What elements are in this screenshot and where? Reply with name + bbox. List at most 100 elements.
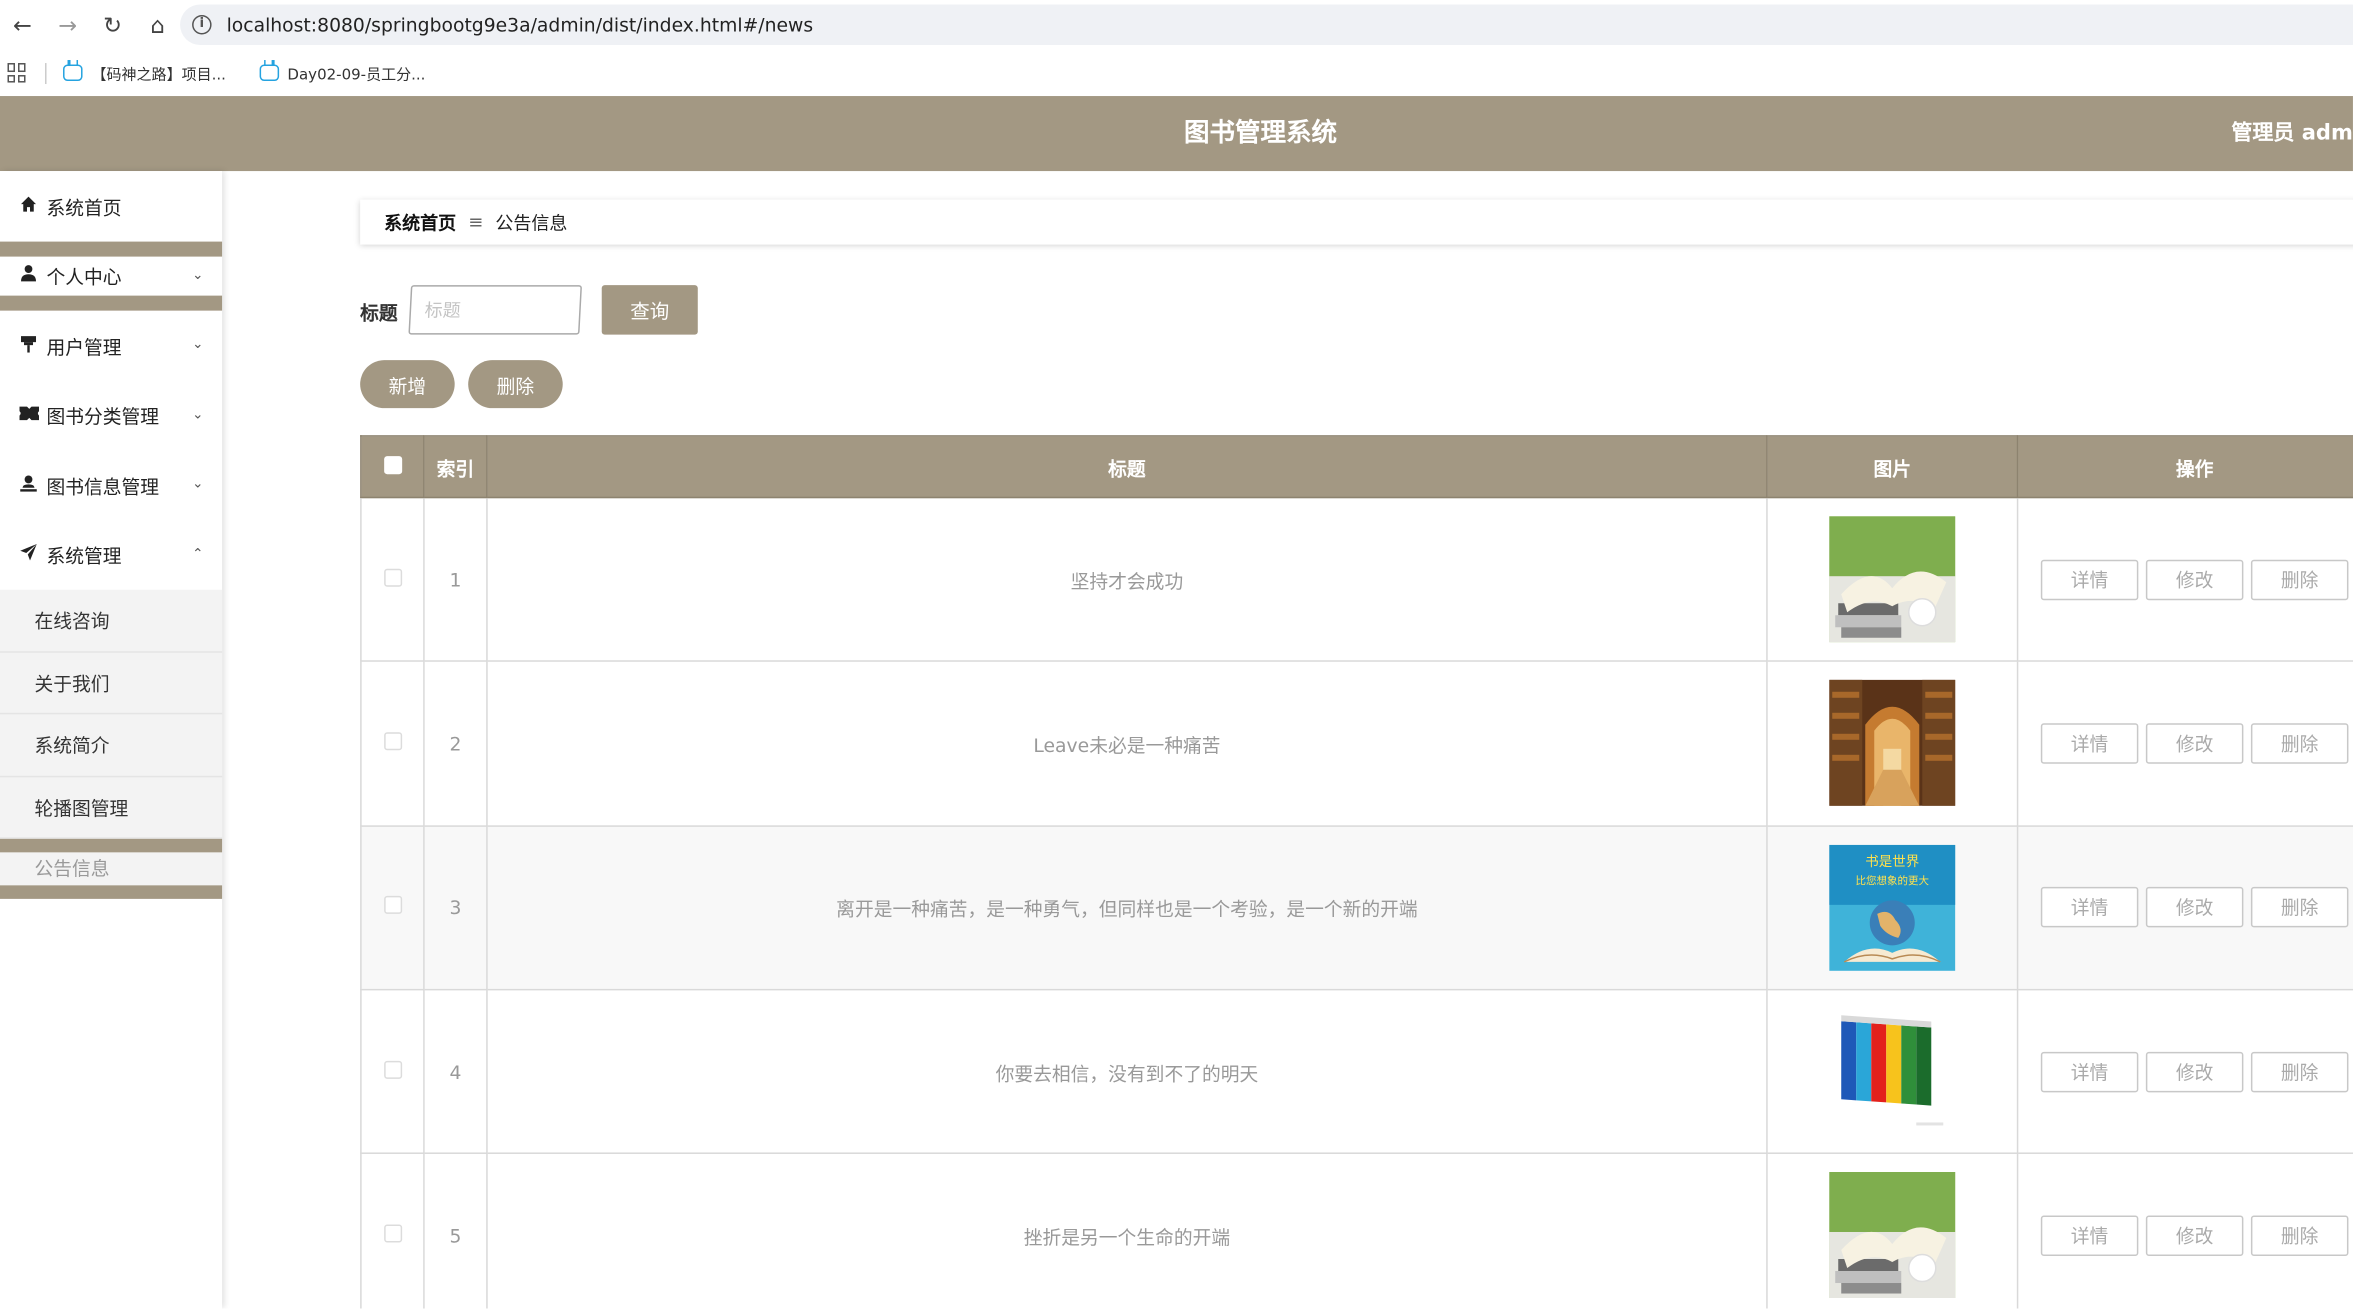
sidebar-item-label: 个人中心 (46, 265, 122, 289)
poster-line-2: 比您想象的更大 (1856, 873, 1930, 886)
apps-grid-icon[interactable] (7, 63, 28, 83)
submenu-item-intro[interactable]: 系统简介 (0, 714, 223, 777)
sidebar: 系统首页 个人中心 ⌄ 用户管理 ⌄ 图书分类管理 ⌄ 图书信息管理 ⌄ 系统管… (0, 171, 223, 1309)
edit-button[interactable]: 修改 (2145, 723, 2244, 764)
row-checkbox[interactable] (383, 1060, 402, 1079)
delete-button[interactable]: 删除 (2250, 887, 2349, 928)
table-header-row: 索引 标题 图片 操作 (360, 435, 2353, 499)
home-icon (18, 195, 39, 218)
pin-icon (18, 334, 39, 357)
breadcrumb-current: 公告信息 (495, 212, 568, 234)
row-select-cell (360, 496, 425, 663)
detail-button[interactable]: 详情 (2040, 559, 2139, 600)
add-button[interactable]: 新增 (360, 360, 455, 409)
delete-button[interactable]: 删除 (2250, 1051, 2349, 1092)
address-bar[interactable]: i localhost:8080/springbootg9e3a/admin/d… (180, 4, 2353, 46)
detail-button[interactable]: 详情 (2040, 887, 2139, 928)
row-ops: 详情 修改 删除 (2016, 1152, 2353, 1309)
sidebar-item-book-category[interactable]: 图书分类管理 ⌄ (0, 380, 222, 450)
header-image: 图片 (1766, 435, 2019, 499)
query-button[interactable]: 查询 (601, 285, 698, 335)
user-icon (18, 264, 39, 287)
detail-button[interactable]: 详情 (2040, 1051, 2139, 1092)
system-submenu: 在线咨询 关于我们 系统简介 轮播图管理 公告信息 (0, 589, 223, 899)
poster-line-1: 书是世界 (1865, 853, 1919, 869)
row-ops: 详情 修改 删除 (2016, 824, 2353, 991)
app-title: 图书管理系统 (1183, 118, 1338, 149)
row-ops: 详情 修改 删除 (2016, 988, 2353, 1155)
sidebar-item-system[interactable]: 系统管理 ⌃ (0, 520, 222, 590)
home-browser-icon[interactable]: ⌂ (135, 0, 180, 50)
edit-button[interactable]: 修改 (2145, 1051, 2244, 1092)
chevron-up-icon: ⌃ (192, 547, 204, 563)
url-path: :8080/springbootg9e3a/admin/dist/index.h… (310, 13, 814, 37)
submenu-item-about[interactable]: 关于我们 (0, 652, 223, 715)
title-search-input[interactable] (408, 285, 583, 335)
current-user[interactable]: 管理员 admin (2231, 96, 2353, 171)
browser-toolbar: ← → ↻ ⌂ i localhost:8080/springbootg9e3a… (0, 0, 2353, 50)
submenu-item-consult[interactable]: 在线咨询 (0, 590, 223, 653)
row-index: 3 (423, 824, 488, 991)
edit-button[interactable]: 修改 (2145, 559, 2244, 600)
breadcrumb-home[interactable]: 系统首页 (384, 209, 456, 235)
sidebar-item-profile[interactable]: 个人中心 ⌄ (0, 240, 223, 311)
bookmark-item[interactable]: Day02-09-员工分... (258, 60, 426, 85)
row-checkbox[interactable] (383, 1224, 402, 1243)
chevron-down-icon: ⌄ (192, 477, 204, 493)
site-info-icon[interactable]: i (192, 15, 212, 35)
library-photo (1829, 680, 1956, 807)
delete-button[interactable]: 删除 (2250, 723, 2349, 764)
sidebar-item-label: 图书分类管理 (46, 405, 160, 429)
row-title: 你要去相信，没有到不了的明天 (486, 988, 1768, 1155)
back-icon[interactable]: ← (0, 0, 45, 50)
globe-book-poster: 书是世界 比您想象的更大 (1829, 844, 1956, 971)
edit-button[interactable]: 修改 (2145, 887, 2244, 928)
row-image-cell (1766, 988, 2019, 1155)
row-select-cell (360, 824, 425, 991)
batch-delete-button[interactable]: 删除 (468, 360, 563, 409)
bilibili-icon (258, 60, 279, 82)
search-label: 标题 (360, 301, 398, 325)
sidebar-item-book-info[interactable]: 图书信息管理 ⌄ (0, 450, 222, 520)
row-select-cell (360, 988, 425, 1155)
edit-button[interactable]: 修改 (2145, 1215, 2244, 1256)
sidebar-item-users[interactable]: 用户管理 ⌄ (0, 311, 222, 381)
person-icon (18, 474, 39, 497)
chevron-down-icon: ⌄ (192, 407, 204, 423)
sidebar-item-home[interactable]: 系统首页 (0, 171, 222, 241)
bookmark-label: Day02-09-员工分... (287, 67, 426, 85)
app-header: 图书管理系统 管理员 admin (0, 96, 2353, 172)
submenu-item-notice[interactable]: 公告信息 (0, 838, 223, 899)
url-text: localhost:8080/springbootg9e3a/admin/dis… (227, 14, 814, 37)
delete-button[interactable]: 删除 (2250, 559, 2349, 600)
notice-table: 索引 标题 图片 操作 1 坚持才会成功 详情 修改 删除 2 Leave未必是… (360, 435, 2353, 1309)
select-all-checkbox[interactable] (383, 455, 402, 474)
header-select-all[interactable] (360, 435, 425, 499)
bookmarks-divider (45, 62, 47, 84)
bookmark-item[interactable]: 【码神之路】项目... (63, 60, 226, 84)
table-row: 2 Leave未必是一种痛苦 详情 修改 删除 (360, 660, 2353, 827)
row-image-cell (1766, 660, 2019, 827)
open-book-photo (1829, 516, 1956, 643)
forward-icon[interactable]: → (45, 0, 90, 50)
row-index: 1 (423, 496, 488, 663)
submenu-item-carousel[interactable]: 轮播图管理 (0, 777, 223, 839)
colored-books-photo (1829, 1008, 1956, 1135)
open-book-photo (1829, 1172, 1956, 1299)
detail-button[interactable]: 详情 (2040, 723, 2139, 764)
table-row: 5 挫折是另一个生命的开端 详情 修改 删除 (360, 1152, 2353, 1309)
breadcrumb: 系统首页 ≡ 公告信息 (360, 199, 2353, 245)
bilibili-icon (63, 60, 83, 82)
row-checkbox[interactable] (383, 568, 402, 587)
table-row: 3 离开是一种痛苦，是一种勇气，但同样也是一个考验，是一个新的开端 书是世界 比… (360, 824, 2353, 991)
chevron-down-icon: ⌄ (192, 268, 204, 284)
row-checkbox[interactable] (383, 732, 402, 751)
detail-button[interactable]: 详情 (2040, 1215, 2139, 1256)
row-checkbox[interactable] (383, 896, 402, 915)
row-image-cell (1766, 496, 2019, 663)
reload-icon[interactable]: ↻ (90, 0, 135, 50)
row-title: 坚持才会成功 (486, 496, 1768, 663)
row-ops: 详情 修改 删除 (2016, 496, 2353, 663)
delete-button[interactable]: 删除 (2250, 1215, 2349, 1256)
breadcrumb-separator-icon: ≡ (468, 211, 484, 233)
